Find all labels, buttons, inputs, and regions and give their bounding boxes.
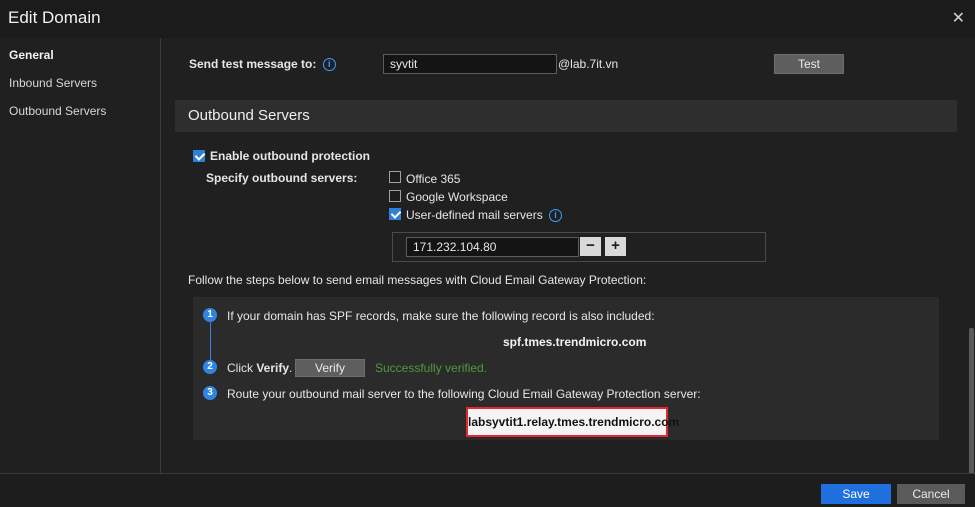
google-workspace-checkbox[interactable] xyxy=(389,190,401,202)
info-icon[interactable]: i xyxy=(322,58,336,72)
domain-suffix: @lab.7it.vn xyxy=(558,57,619,71)
sidebar: General Inbound Servers Outbound Servers xyxy=(0,38,161,473)
remove-server-button[interactable]: − xyxy=(580,237,601,256)
user-defined-label: User-defined mail servers i xyxy=(406,208,563,223)
office365-label: Office 365 xyxy=(406,172,461,186)
step-1-text: If your domain has SPF records, make sur… xyxy=(227,309,655,323)
steps-panel: 1 If your domain has SPF records, make s… xyxy=(193,297,939,440)
test-message-label: Send test message to: i xyxy=(189,57,336,72)
step-2-suffix: . xyxy=(289,361,293,375)
spf-record: spf.tmes.trendmicro.com xyxy=(503,335,647,349)
step-1-badge: 1 xyxy=(203,308,217,322)
enable-outbound-checkbox[interactable] xyxy=(193,150,205,162)
enable-outbound-label: Enable outbound protection xyxy=(210,149,370,163)
step-3-badge: 3 xyxy=(203,386,217,400)
relay-server: labsyvtit1.relay.tmes.trendmicro.com xyxy=(468,415,680,429)
add-server-button[interactable]: + xyxy=(605,237,626,256)
cancel-button[interactable]: Cancel xyxy=(897,484,965,504)
server-ip-input[interactable] xyxy=(406,237,579,257)
specify-servers-label: Specify outbound servers: xyxy=(206,171,358,185)
scrollbar[interactable] xyxy=(969,328,974,473)
step-connector xyxy=(210,322,211,360)
title-bar: Edit Domain ✕ xyxy=(0,0,975,38)
user-defined-checkbox[interactable] xyxy=(389,208,401,220)
step-2-bold: Verify xyxy=(256,361,290,375)
sidebar-item-inbound-servers[interactable]: Inbound Servers xyxy=(9,76,97,90)
info-icon[interactable]: i xyxy=(549,209,563,223)
user-defined-label-text: User-defined mail servers xyxy=(406,208,543,222)
step-2-badge: 2 xyxy=(203,360,217,374)
sidebar-item-outbound-servers[interactable]: Outbound Servers xyxy=(9,104,106,118)
relay-server-highlight: labsyvtit1.relay.tmes.trendmicro.com xyxy=(466,407,680,437)
main-content: Send test message to: i @lab.7it.vn Test… xyxy=(162,38,975,473)
server-list-box: − + xyxy=(392,232,766,262)
step-2-prefix: Click xyxy=(227,361,257,375)
close-icon[interactable]: ✕ xyxy=(952,8,965,28)
sidebar-item-general[interactable]: General xyxy=(9,48,54,62)
test-button[interactable]: Test xyxy=(774,54,844,74)
footer: Save Cancel xyxy=(0,473,975,507)
google-workspace-label: Google Workspace xyxy=(406,190,508,204)
verify-status: Successfully verified. xyxy=(375,361,488,375)
office365-checkbox[interactable] xyxy=(389,171,401,183)
step-2-text: Click Verify. xyxy=(227,361,292,375)
save-button[interactable]: Save xyxy=(821,484,891,504)
step-3-text: Route your outbound mail server to the f… xyxy=(227,387,701,401)
test-recipient-input[interactable] xyxy=(383,54,557,74)
test-message-label-text: Send test message to: xyxy=(189,57,317,71)
dialog-title: Edit Domain xyxy=(8,8,101,27)
verify-button[interactable]: Verify xyxy=(295,359,365,377)
steps-intro: Follow the steps below to send email mes… xyxy=(188,273,647,287)
outbound-servers-header: Outbound Servers xyxy=(175,100,957,132)
section-title: Outbound Servers xyxy=(188,107,310,124)
